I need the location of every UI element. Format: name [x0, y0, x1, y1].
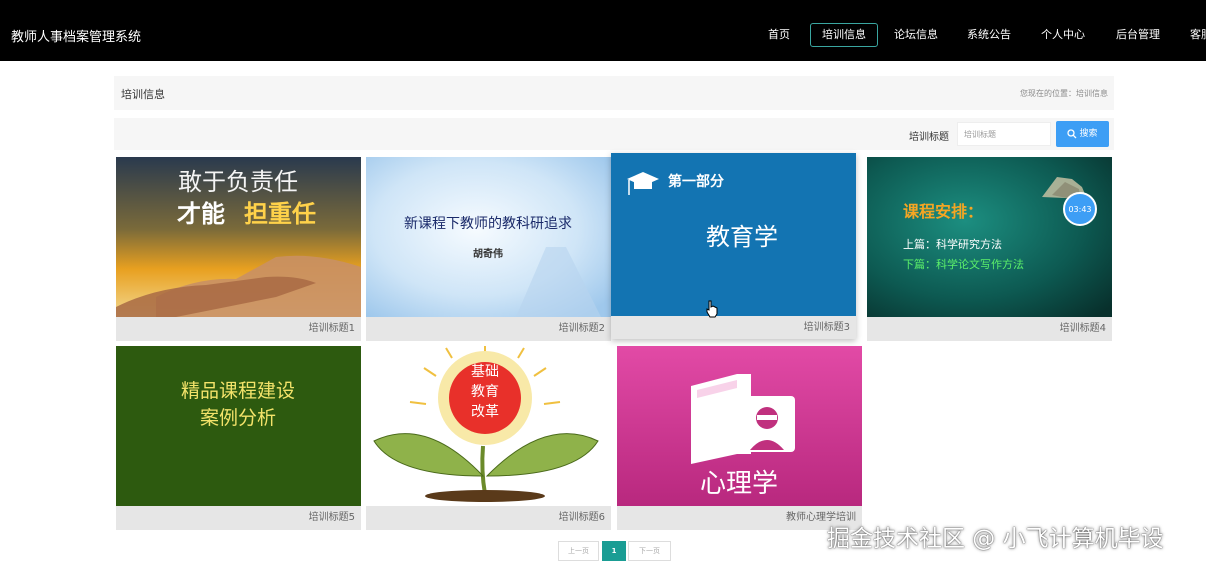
training-thumbnail-7[interactable]: 心理学 [617, 346, 862, 506]
training-thumbnail-5[interactable]: 精品课程建设 案例分析 [116, 346, 361, 506]
training-card-1[interactable]: 敢于负责任 才能 担重任 培训标题1 [116, 157, 361, 341]
training-thumbnail-2[interactable]: 新课程下教师的教科研追求 胡奇伟 [366, 157, 611, 317]
thumb-text: 上篇：科学研究方法 [903, 237, 1002, 251]
training-card-7[interactable]: 心理学 教师心理学培训 [617, 346, 862, 530]
thumb-text: 胡奇伟 [473, 247, 503, 260]
prev-page-button[interactable]: 上一页 [558, 541, 599, 561]
training-card-6[interactable]: 基础 教育 改革 培训标题6 [366, 346, 611, 530]
training-title[interactable]: 培训标题5 [116, 506, 361, 530]
training-card-2[interactable]: 新课程下教师的教科研追求 胡奇伟 培训标题2 [366, 157, 611, 341]
thumb-text: 案例分析 [200, 407, 276, 429]
training-thumbnail-3[interactable]: 第一部分 教育学 [611, 153, 856, 316]
training-title[interactable]: 培训标题6 [366, 506, 611, 530]
training-thumbnail-1[interactable]: 敢于负责任 才能 担重任 [116, 157, 361, 317]
training-card-3[interactable]: 第一部分 教育学 培训标题3 [611, 153, 856, 339]
thumb-text: 心理学 [700, 469, 778, 499]
training-card-5[interactable]: 精品课程建设 案例分析 培训标题5 [116, 346, 361, 530]
thumb-text: 改革 [471, 404, 499, 420]
thumb-text: 下篇：科学论文写作方法 [903, 257, 1024, 271]
search-icon [1067, 128, 1077, 138]
search-button-label: 搜索 [1079, 129, 1098, 139]
nav-announcements[interactable]: 系统公告 [967, 23, 1011, 47]
thumb-text: 教育学 [706, 223, 778, 251]
timer-text: 03:43 [1068, 205, 1091, 214]
training-title[interactable]: 教师心理学培训 [617, 506, 862, 530]
watermark: 掘金技术社区 @ 小飞计算机毕设 [827, 526, 1164, 552]
nav-training[interactable]: 培训信息 [810, 23, 878, 47]
training-title[interactable]: 培训标题2 [366, 317, 611, 341]
thumb-text: 教育 [471, 384, 499, 400]
top-navbar: 教师人事档案管理系统 首页 培训信息 论坛信息 系统公告 个人中心 后台管理 客… [0, 0, 1206, 61]
thumb-text: 基础 [471, 363, 499, 380]
next-page-button[interactable]: 下一页 [628, 541, 671, 561]
site-title: 教师人事档案管理系统 [11, 30, 142, 45]
training-thumbnail-6[interactable]: 基础 教育 改革 [366, 346, 611, 506]
current-page[interactable]: 1 [602, 541, 626, 561]
training-title[interactable]: 培训标题1 [116, 317, 361, 341]
search-bar: 培训标题 搜索 [114, 118, 1114, 150]
page-title: 培训信息 [121, 88, 165, 101]
training-title[interactable]: 培训标题3 [611, 316, 856, 339]
nav-home[interactable]: 首页 [768, 23, 790, 47]
thumb-text: 担重任 [244, 200, 316, 228]
search-input[interactable] [957, 122, 1051, 146]
breadcrumb: 培训信息 您现在的位置：培训信息 [114, 76, 1114, 110]
thumb-text: 课程安排： [903, 202, 983, 221]
nav-admin[interactable]: 后台管理 [1116, 23, 1160, 47]
training-title[interactable]: 培训标题4 [867, 317, 1112, 341]
thumb-text: 敢于负责任 [178, 168, 298, 196]
nav-personal-center[interactable]: 个人中心 [1041, 23, 1085, 47]
mouse-pointer-icon [706, 300, 718, 318]
nav-forum[interactable]: 论坛信息 [894, 23, 938, 47]
thumb-text: 精品课程建设 [181, 380, 295, 402]
thumb-text: 新课程下教师的教科研追求 [404, 216, 572, 232]
person-icon [739, 396, 795, 452]
training-card-4[interactable]: 03:43 课程安排： 上篇：科学研究方法 下篇：科学论文写作方法 培训标题4 [867, 157, 1112, 341]
nav-customer-service[interactable]: 客服 [1190, 23, 1206, 47]
search-label: 培训标题 [909, 132, 949, 143]
thumb-text: 第一部分 [668, 173, 724, 190]
training-thumbnail-4[interactable]: 03:43 课程安排： 上篇：科学研究方法 下篇：科学论文写作方法 [867, 157, 1112, 317]
search-button[interactable]: 搜索 [1056, 121, 1109, 147]
thumb-text: 才能 [177, 200, 225, 228]
current-location: 您现在的位置：培训信息 [1020, 89, 1108, 98]
